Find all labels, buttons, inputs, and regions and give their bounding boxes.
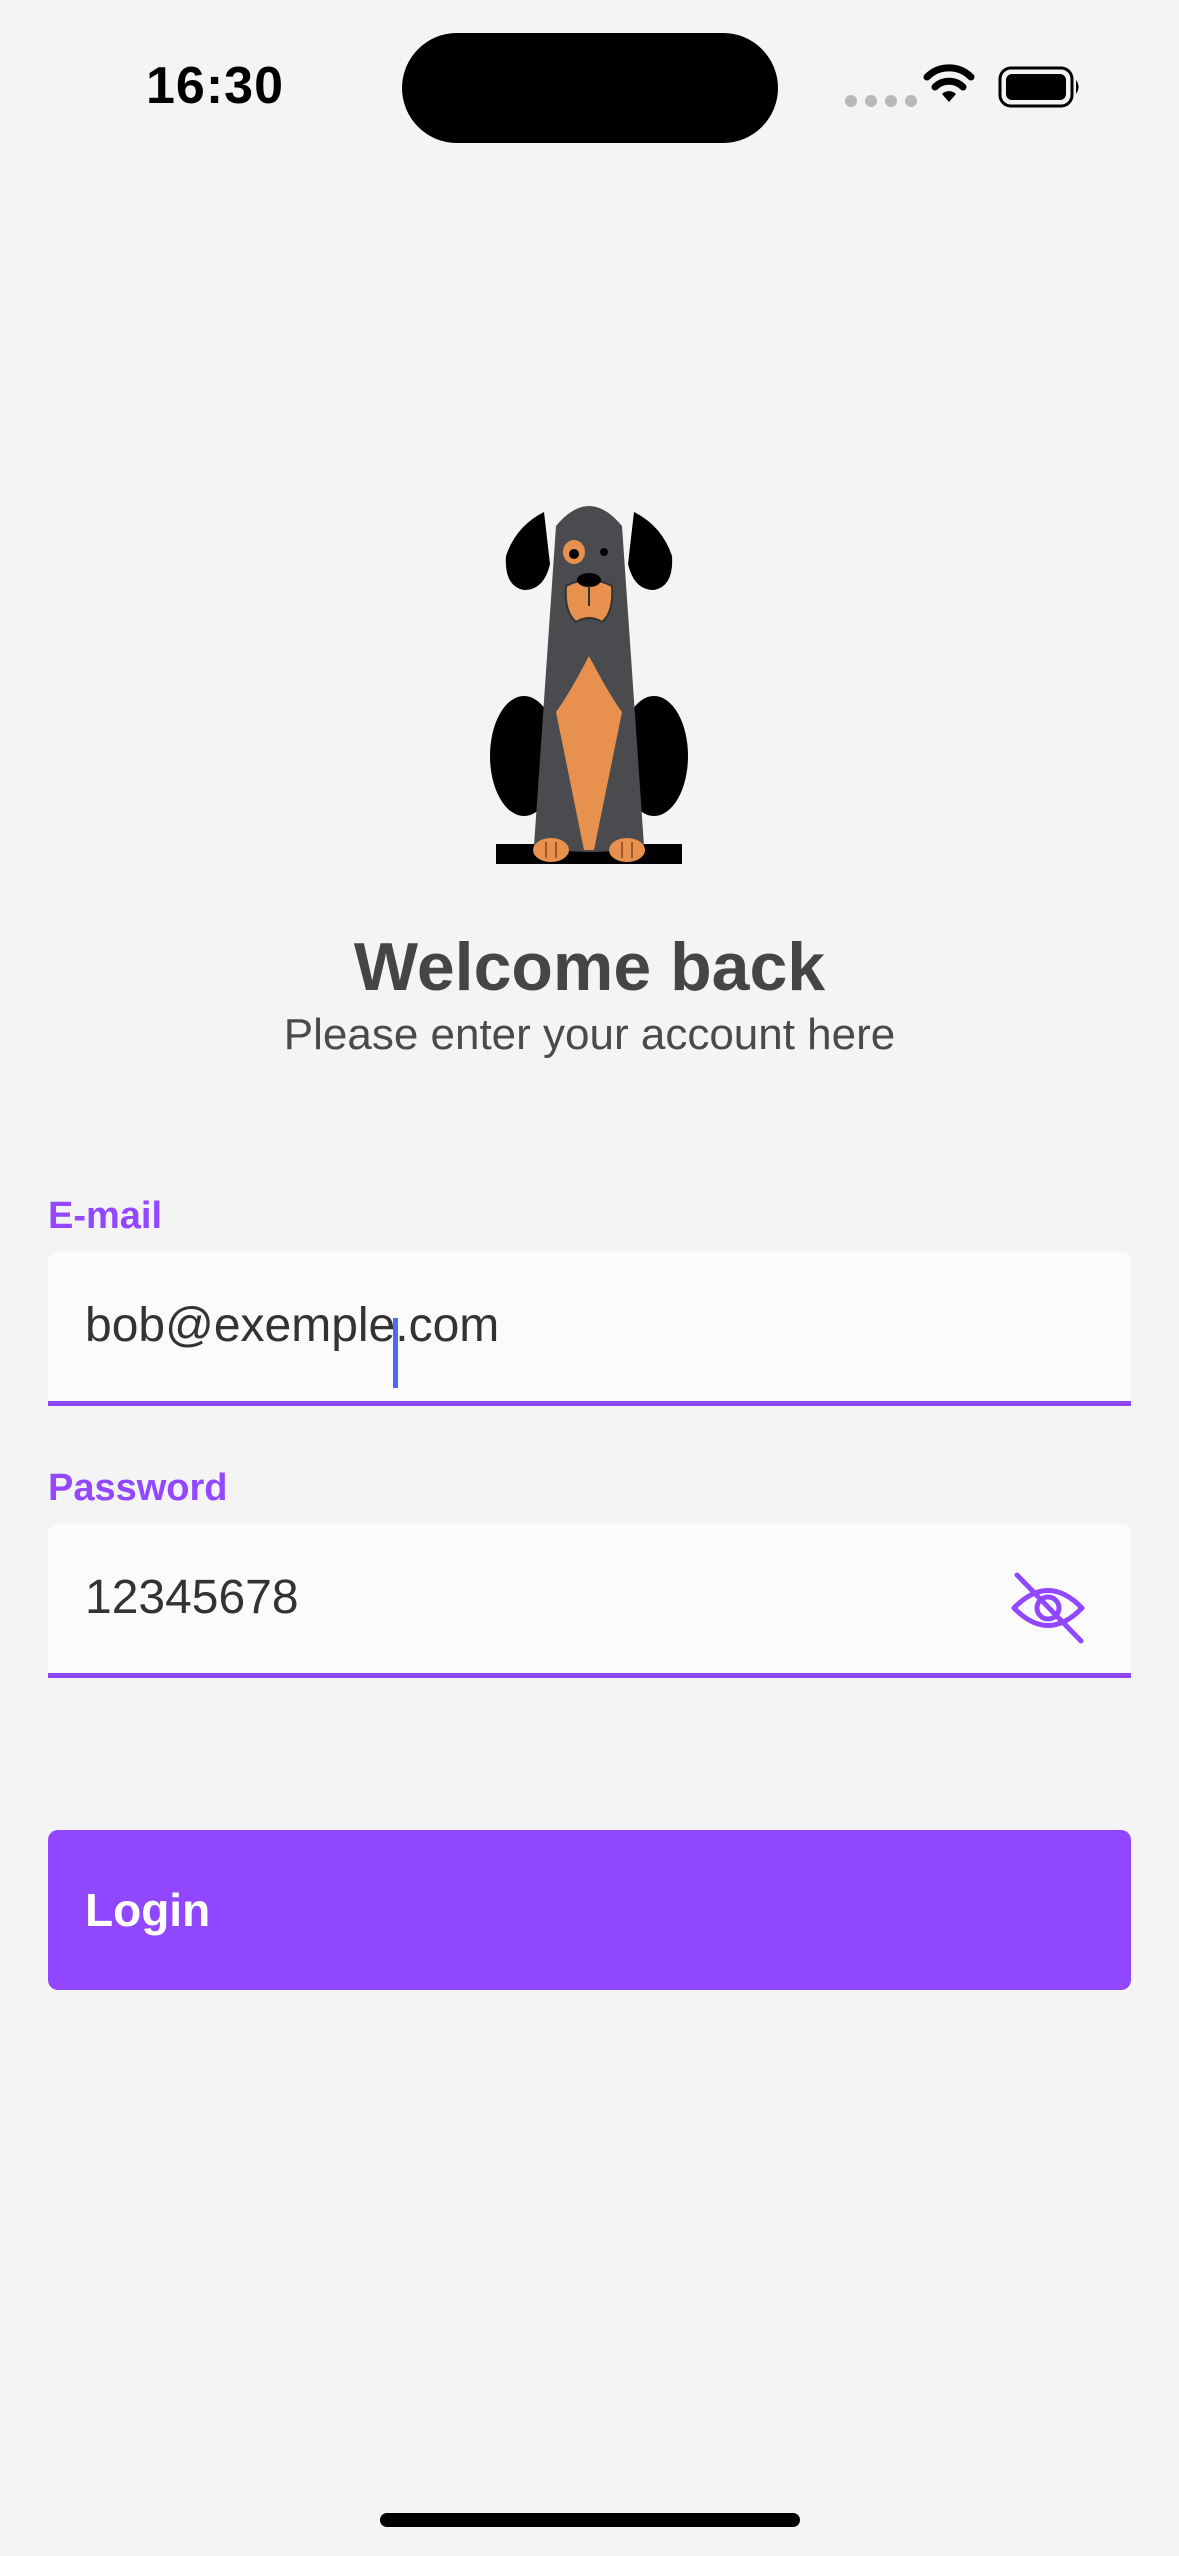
password-field[interactable]: 12345678 [48,1524,1131,1678]
welcome-title: Welcome back [353,929,826,1005]
home-indicator[interactable] [380,2513,800,2527]
email-field[interactable]: bob@exemple.com [48,1252,1131,1406]
cellular-signal-icon [845,95,917,107]
status-time: 16:30 [146,57,284,115]
text-cursor [393,1318,398,1388]
email-label: E-mail [48,1195,163,1237]
password-value[interactable]: 12345678 [85,1570,299,1625]
dynamic-island [402,33,778,143]
dog-illustration [490,506,688,864]
password-label: Password [48,1467,228,1509]
welcome-subtitle: Please enter your account here [283,1010,896,1059]
email-value[interactable]: bob@exemple.com [85,1298,499,1353]
wifi-icon [923,64,975,102]
eye-off-icon[interactable] [1009,1569,1087,1647]
login-button[interactable]: Login [48,1830,1131,1990]
battery-icon [998,66,1079,108]
